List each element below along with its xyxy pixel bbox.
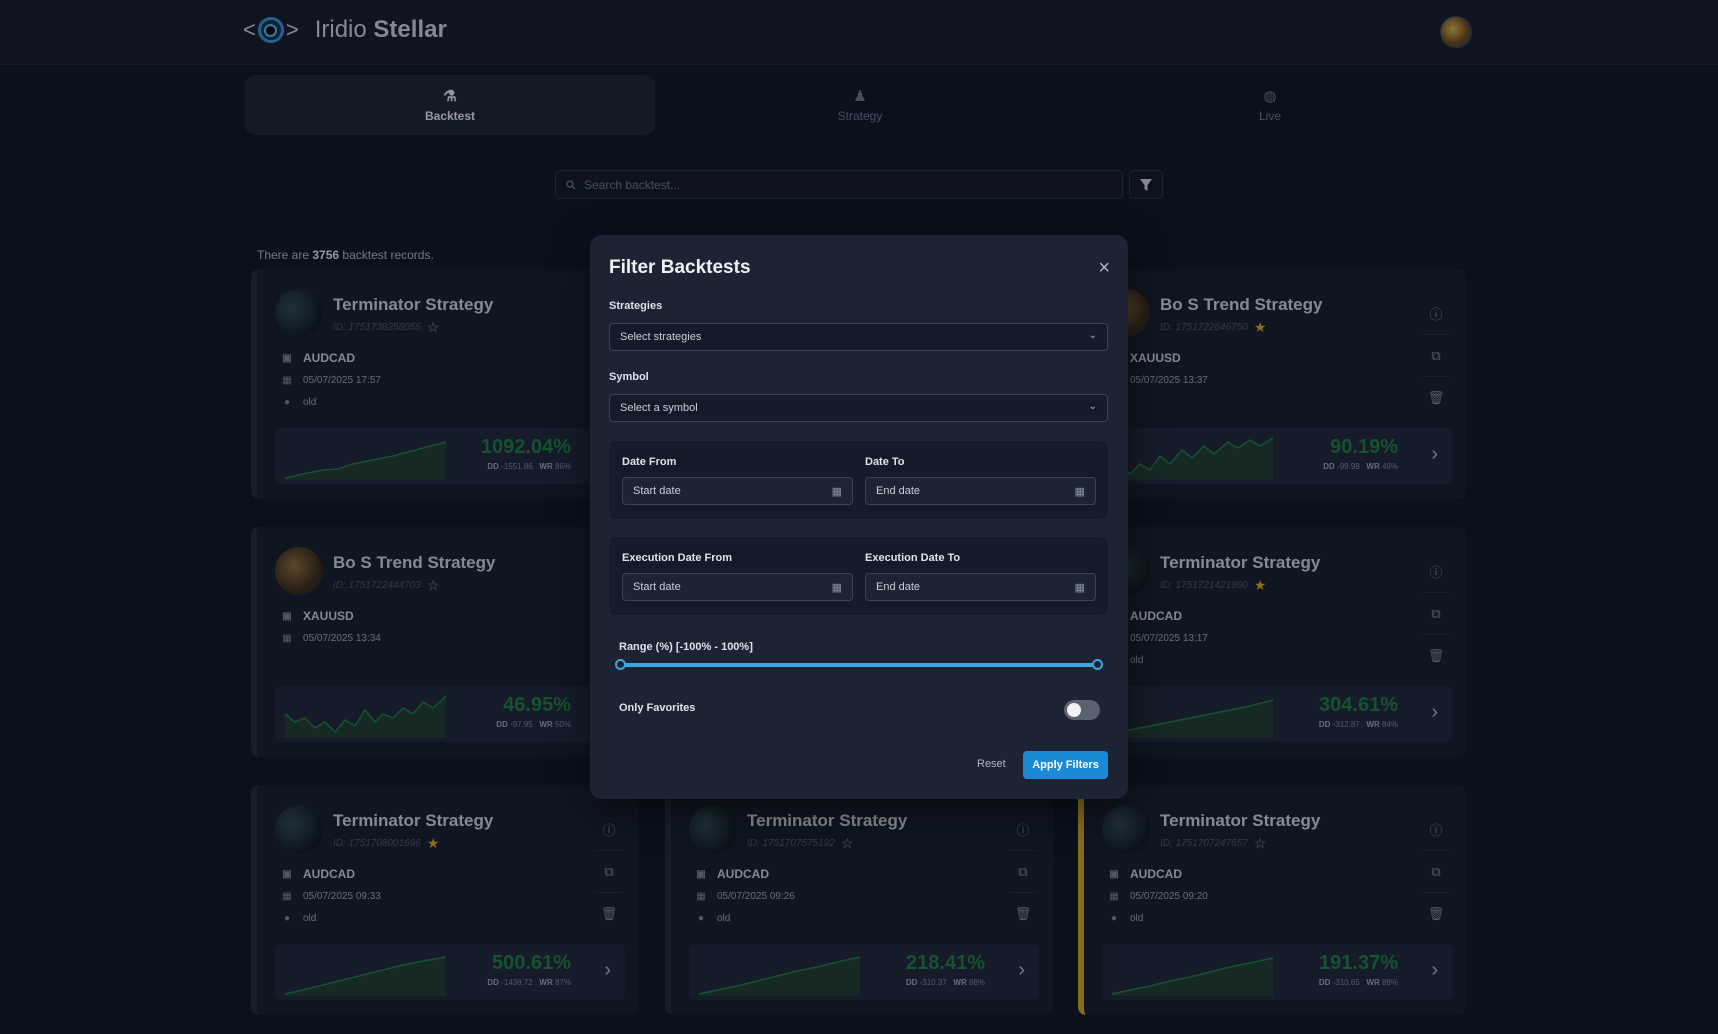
- close-icon[interactable]: ×: [1098, 257, 1110, 280]
- symbol-label: Symbol: [609, 371, 649, 383]
- date-to-input[interactable]: End date ▦: [865, 477, 1096, 505]
- date-to-placeholder: End date: [876, 485, 921, 497]
- strategies-placeholder: Select strategies: [620, 331, 702, 343]
- range-slider[interactable]: [615, 659, 1103, 670]
- calendar-icon: ▦: [1074, 486, 1085, 498]
- range-min-handle[interactable]: [615, 659, 626, 670]
- calendar-icon: ▦: [831, 486, 842, 498]
- strategies-select[interactable]: Select strategies ⌄: [609, 323, 1108, 351]
- calendar-icon: ▦: [1074, 582, 1085, 594]
- date-from-input[interactable]: Start date ▦: [622, 477, 853, 505]
- modal-title: Filter Backtests: [609, 257, 751, 278]
- exec-to-input[interactable]: End date ▦: [865, 573, 1096, 601]
- execution-date-group: Execution Date From Execution Date To St…: [609, 537, 1108, 615]
- filter-modal: Filter Backtests × Strategies Select str…: [590, 235, 1128, 799]
- exec-from-label: Execution Date From: [622, 552, 733, 564]
- calendar-icon: ▦: [831, 582, 842, 594]
- strategies-label: Strategies: [609, 300, 663, 312]
- symbol-select[interactable]: Select a symbol ⌄: [609, 394, 1108, 422]
- chevron-down-icon: ⌄: [1088, 330, 1097, 341]
- exec-to-placeholder: End date: [876, 581, 921, 593]
- date-to-label: Date To: [865, 456, 905, 468]
- symbol-placeholder: Select a symbol: [620, 402, 698, 414]
- exec-to-label: Execution Date To: [865, 552, 961, 564]
- apply-filters-button[interactable]: Apply Filters: [1023, 751, 1108, 779]
- date-from-label: Date From: [622, 456, 677, 468]
- chevron-down-icon: ⌄: [1088, 401, 1097, 412]
- range-max-handle[interactable]: [1092, 659, 1103, 670]
- only-favorites-toggle[interactable]: [1064, 700, 1100, 720]
- exec-from-placeholder: Start date: [633, 581, 681, 593]
- exec-from-input[interactable]: Start date ▦: [622, 573, 853, 601]
- date-range-group: Date From Date To Start date ▦ End date ▦: [609, 441, 1108, 519]
- date-from-placeholder: Start date: [633, 485, 681, 497]
- reset-button[interactable]: Reset: [977, 758, 1006, 770]
- range-label: Range (%) [-100% - 100%]: [619, 641, 753, 653]
- only-favorites-label: Only Favorites: [619, 702, 696, 714]
